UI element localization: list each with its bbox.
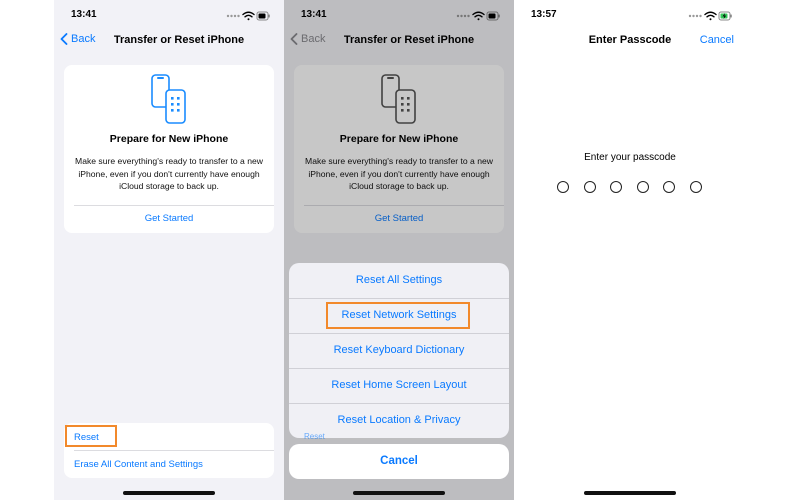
screen-transfer-reset: 13:41 Back Transfer or Reset iPhone Prep… [54, 0, 284, 500]
cancel-button[interactable]: Cancel [700, 34, 734, 46]
peek-reset-label: Reset [304, 432, 325, 441]
phones-transfer-icon [151, 74, 186, 124]
wifi-icon [704, 11, 717, 21]
home-indicator [584, 491, 676, 495]
reset-highlight-box [65, 425, 117, 447]
status-bar: 13:41 [54, 9, 284, 23]
passcode-dot [610, 181, 623, 193]
battery-charging-icon [718, 11, 732, 21]
passcode-dot [663, 181, 676, 193]
screen-reset-sheet: 13:41 Back Transfer or Reset iPhone Prep… [284, 0, 514, 500]
get-started-button[interactable]: Get Started [64, 213, 274, 224]
passcode-prompt: Enter your passcode [584, 152, 676, 163]
page-title: Transfer or Reset iPhone [113, 34, 245, 46]
erase-all-button[interactable]: Erase All Content and Settings [74, 459, 203, 470]
status-icons [226, 11, 270, 21]
cancel-button[interactable]: Cancel [289, 444, 509, 479]
home-indicator [123, 491, 215, 495]
nav-bar: Enter Passcode Cancel [514, 33, 746, 49]
network-highlight-box [326, 302, 470, 329]
battery-icon [256, 11, 270, 21]
screen-enter-passcode: 13:57 Enter Passcode Cancel Enter your p… [514, 0, 746, 500]
passcode-dot [557, 181, 569, 193]
passcode-dots [557, 181, 702, 193]
divider [74, 450, 274, 451]
signal-dots-icon [226, 14, 240, 18]
wifi-icon [242, 11, 255, 21]
passcode-dot [636, 181, 649, 193]
card-title: Prepare for New iPhone [109, 133, 229, 145]
status-bar: 13:57 [514, 9, 746, 23]
reset-keyboard-dictionary-option[interactable]: Reset Keyboard Dictionary [289, 333, 509, 368]
status-time: 13:41 [71, 9, 97, 20]
signal-dots-icon [688, 14, 702, 18]
prepare-card: Prepare for New iPhone Make sure everyth… [64, 65, 274, 233]
status-time: 13:57 [531, 9, 557, 20]
card-description: Make sure everything's ready to transfer… [75, 156, 263, 191]
passcode-dot [583, 181, 596, 193]
reset-all-settings-option[interactable]: Reset All Settings [289, 263, 509, 298]
chevron-left-icon [60, 33, 68, 45]
status-icons [688, 11, 732, 21]
nav-bar: Back Transfer or Reset iPhone [54, 33, 284, 49]
passcode-dot [689, 181, 702, 193]
home-indicator [353, 491, 445, 495]
divider [74, 205, 274, 206]
reset-action-sheet: Reset All Settings Reset Network Setting… [289, 263, 509, 438]
reset-home-screen-layout-option[interactable]: Reset Home Screen Layout [289, 368, 509, 403]
